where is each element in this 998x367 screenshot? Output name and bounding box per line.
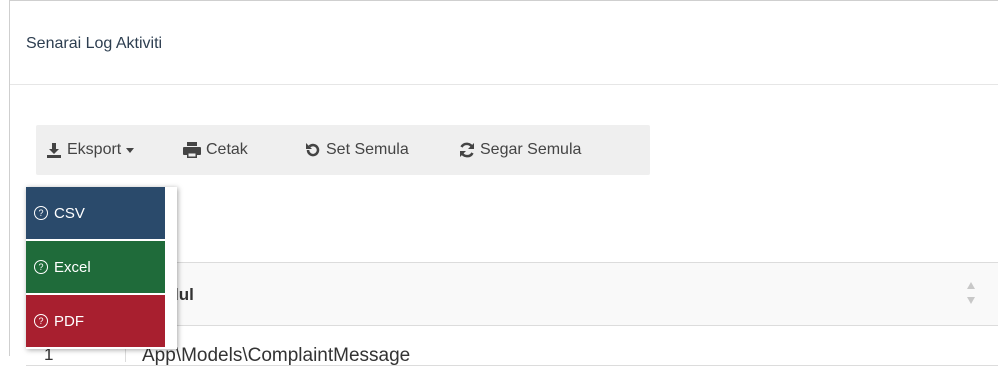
export-button[interactable]: Eksport: [46, 139, 135, 161]
export-toolbar: Eksport Cetak Set Semula Segar Semula: [36, 125, 650, 175]
sort-icon[interactable]: [966, 281, 976, 305]
help-circle-icon: ?: [34, 314, 48, 328]
refresh-label: Segar Semula: [480, 141, 582, 158]
chevron-down-icon: [126, 147, 135, 153]
export-pdf-label: PDF: [54, 312, 84, 330]
export-csv-label: CSV: [54, 204, 85, 222]
export-pdf-item[interactable]: ? PDF: [26, 295, 165, 347]
undo-icon: [306, 143, 320, 157]
export-excel-item[interactable]: ? Excel: [26, 241, 165, 293]
export-excel-label: Excel: [54, 258, 91, 276]
print-label: Cetak: [206, 141, 248, 158]
reset-button[interactable]: Set Semula: [305, 139, 409, 161]
refresh-icon: [460, 142, 474, 158]
export-csv-item[interactable]: ? CSV: [26, 187, 165, 239]
panel-header: Senarai Log Aktiviti: [10, 1, 998, 85]
export-label: Eksport: [67, 141, 122, 158]
reset-label: Set Semula: [326, 141, 409, 158]
page-title: Senarai Log Aktiviti: [26, 35, 163, 52]
print-icon: [183, 142, 201, 158]
print-button[interactable]: Cetak: [183, 139, 248, 161]
help-circle-icon: ?: [34, 206, 48, 220]
refresh-button[interactable]: Segar Semula: [459, 139, 581, 161]
help-circle-icon: ?: [34, 260, 48, 274]
download-icon: [47, 143, 61, 158]
export-dropdown-menu: ? CSV ? Excel ? PDF: [26, 187, 177, 349]
row-module: App\Models\ComplaintMessage: [142, 345, 411, 366]
